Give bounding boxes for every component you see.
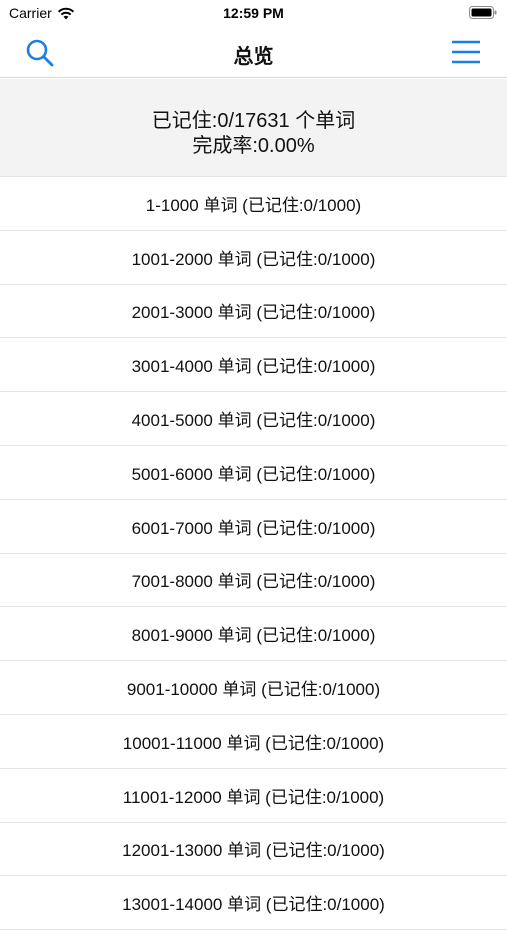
list-item[interactable]: 3001-4000 单词 (已记住:0/1000) [0, 338, 507, 393]
status-right [469, 6, 497, 22]
list-item[interactable]: 1001-2000 单词 (已记住:0/1000) [0, 231, 507, 285]
list-item[interactable]: 12001-13000 单词 (已记住:0/1000) [0, 823, 507, 877]
hamburger-menu-icon[interactable] [451, 39, 481, 65]
list-item[interactable]: 2001-3000 单词 (已记住:0/1000) [0, 285, 507, 339]
progress-summary: 已记住:0/17631 个单词 完成率:0.00% [0, 79, 507, 177]
list-item[interactable]: 6001-7000 单词 (已记住:0/1000) [0, 500, 507, 554]
status-time: 12:59 PM [223, 5, 284, 21]
list-item[interactable]: 10001-11000 单词 (已记住:0/1000) [0, 715, 507, 769]
completion-rate: 完成率:0.00% [192, 135, 315, 157]
navigation-bar: 总览 [0, 28, 507, 78]
page-title: 总览 [233, 46, 274, 68]
status-bar: Carrier 12:59 PM [0, 0, 507, 28]
word-range-list: 1-1000 单词 (已记住:0/1000) 1001-2000 单词 (已记住… [0, 177, 507, 930]
battery-icon [469, 6, 497, 19]
list-item[interactable]: 9001-10000 单词 (已记住:0/1000) [0, 661, 507, 715]
list-item[interactable]: 11001-12000 单词 (已记住:0/1000) [0, 769, 507, 823]
list-item[interactable]: 1-1000 单词 (已记住:0/1000) [0, 177, 507, 231]
list-item[interactable]: 4001-5000 单词 (已记住:0/1000) [0, 392, 507, 446]
list-item[interactable]: 13001-14000 单词 (已记住:0/1000) [0, 876, 507, 930]
list-item[interactable]: 7001-8000 单词 (已记住:0/1000) [0, 554, 507, 608]
list-item[interactable]: 8001-9000 单词 (已记住:0/1000) [0, 607, 507, 662]
list-item[interactable]: 5001-6000 单词 (已记住:0/1000) [0, 446, 507, 500]
